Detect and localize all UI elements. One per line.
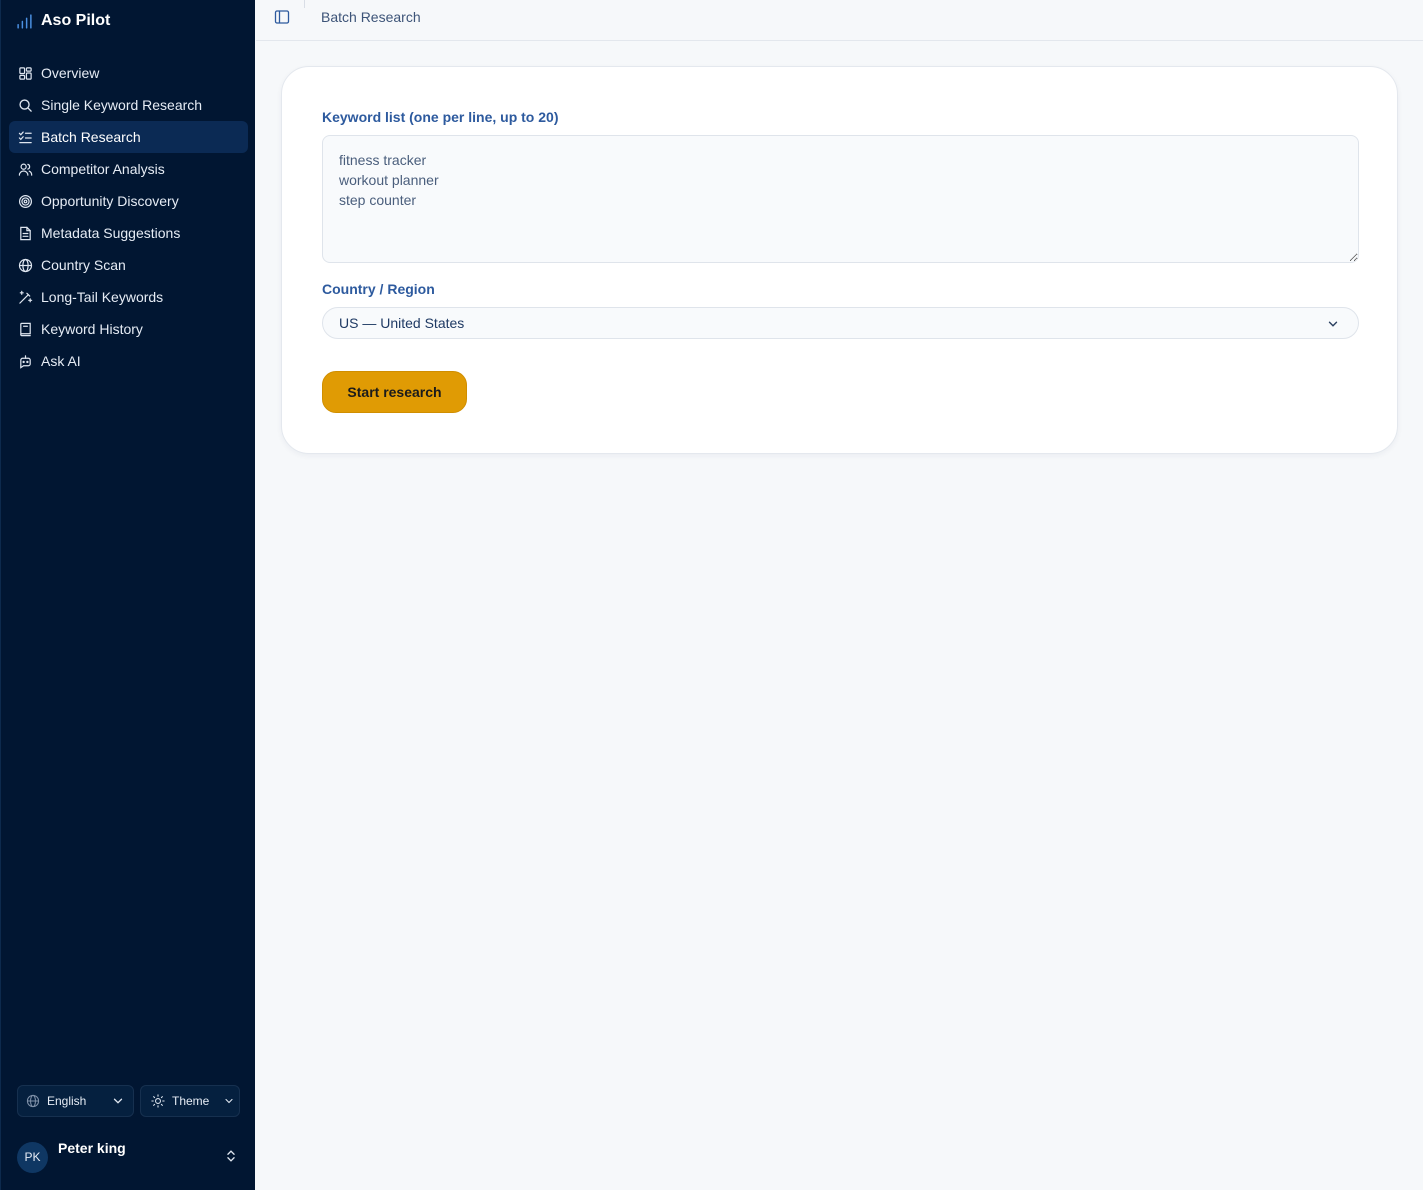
chevron-down-icon: [1328, 321, 1338, 327]
target-icon: [18, 194, 33, 208]
theme-select[interactable]: Theme: [140, 1085, 240, 1117]
sidebar-item-long-tail-keywords[interactable]: Long-Tail Keywords: [9, 281, 248, 313]
keyword-list-textarea[interactable]: fitness tracker workout planner step cou…: [322, 135, 1359, 263]
sidebar-item-label: Long-Tail Keywords: [41, 289, 164, 305]
users-icon: [18, 163, 33, 176]
sidebar-nav: Overview Single Keyword Research Batch R…: [9, 57, 248, 377]
language-select[interactable]: English: [17, 1085, 134, 1117]
sidebar-item-label: Opportunity Discovery: [41, 193, 179, 209]
sidebar-toggle-icon[interactable]: [274, 9, 290, 25]
sidebar-item-label: Keyword History: [41, 321, 143, 337]
user-name: Peter king: [58, 1140, 126, 1156]
sidebar-item-batch-research[interactable]: Batch Research: [9, 121, 248, 153]
checklist-icon: [18, 130, 32, 143]
country-region-select[interactable]: US — United States: [322, 307, 1359, 339]
app-brand[interactable]: Aso Pilot: [16, 10, 110, 32]
top-bar: Batch Research: [256, 0, 1423, 41]
search-icon: [19, 98, 32, 112]
grid-icon: [19, 66, 32, 80]
sidebar-item-label: Batch Research: [41, 129, 141, 145]
sun-icon: [151, 1094, 165, 1108]
app-name: Aso Pilot: [41, 12, 111, 29]
bot-icon: [20, 354, 31, 369]
sidebar-item-metadata-suggestions[interactable]: Metadata Suggestions: [9, 217, 248, 249]
magic-wand-icon: [19, 290, 33, 304]
sidebar-footer-controls: English Theme: [17, 1085, 240, 1117]
sidebar-item-overview[interactable]: Overview: [9, 57, 248, 89]
chevron-down-icon: [113, 1098, 123, 1104]
chevrons-up-down-icon: [227, 1150, 235, 1162]
chevron-down-icon: [225, 1098, 233, 1104]
sidebar-item-single-keyword-research[interactable]: Single Keyword Research: [9, 89, 248, 121]
sidebar-item-label: Country Scan: [41, 257, 126, 273]
start-research-button[interactable]: Start research: [322, 371, 467, 413]
sidebar-item-country-scan[interactable]: Country Scan: [9, 249, 248, 281]
sidebar-item-opportunity-discovery[interactable]: Opportunity Discovery: [9, 185, 248, 217]
user-menu[interactable]: PK Peter king: [17, 1137, 240, 1175]
globe-icon: [18, 258, 33, 272]
avatar: PK: [17, 1141, 48, 1173]
globe-icon: [26, 1094, 40, 1108]
document-icon: [20, 226, 31, 240]
theme-label: Theme: [172, 1094, 210, 1108]
country-region-label: Country / Region: [322, 281, 435, 297]
sidebar-item-competitor-analysis[interactable]: Competitor Analysis: [9, 153, 248, 185]
sidebar-item-keyword-history[interactable]: Keyword History: [9, 313, 248, 345]
batch-research-form-card: Keyword list (one per line, up to 20) fi…: [281, 66, 1398, 454]
language-label: English: [47, 1094, 87, 1108]
sidebar-item-label: Overview: [41, 65, 100, 81]
sidebar-item-label: Metadata Suggestions: [41, 225, 181, 241]
sidebar-item-label: Single Keyword Research: [41, 97, 203, 113]
country-region-value: US — United States: [339, 315, 465, 331]
sidebar-item-label: Competitor Analysis: [41, 161, 165, 177]
breadcrumb: Batch Research: [321, 9, 421, 25]
sidebar: Aso Pilot Overview Single Keyword Resear…: [0, 0, 255, 1190]
sidebar-item-label: Ask AI: [41, 353, 81, 369]
book-icon: [20, 322, 31, 336]
keyword-list-label: Keyword list (one per line, up to 20): [322, 109, 559, 125]
bar-chart-icon: [17, 13, 32, 29]
header-divider: [304, 0, 305, 8]
sidebar-item-ask-ai[interactable]: Ask AI: [9, 345, 248, 377]
